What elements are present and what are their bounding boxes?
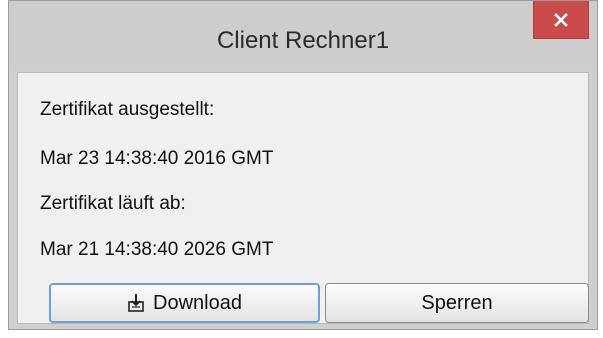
dialog-window: Client Rechner1 Zertifikat ausgestellt: … xyxy=(8,0,598,330)
issued-date: Mar 23 14:38:40 2016 GMT xyxy=(40,148,274,169)
sperren-label: Sperren xyxy=(421,291,493,314)
download-icon xyxy=(127,293,145,313)
issued-label: Zertifikat ausgestellt: xyxy=(40,99,215,120)
sperren-button[interactable]: Sperren xyxy=(325,283,589,323)
download-button[interactable]: Download xyxy=(49,283,320,323)
download-label: Download xyxy=(153,291,242,314)
expires-label: Zertifikat läuft ab: xyxy=(40,193,186,214)
expires-date: Mar 21 14:38:40 2026 GMT xyxy=(40,239,274,260)
close-button[interactable] xyxy=(533,1,589,39)
close-icon xyxy=(553,12,569,28)
title-bar[interactable]: Client Rechner1 xyxy=(9,1,597,71)
window-title: Client Rechner1 xyxy=(216,27,390,54)
